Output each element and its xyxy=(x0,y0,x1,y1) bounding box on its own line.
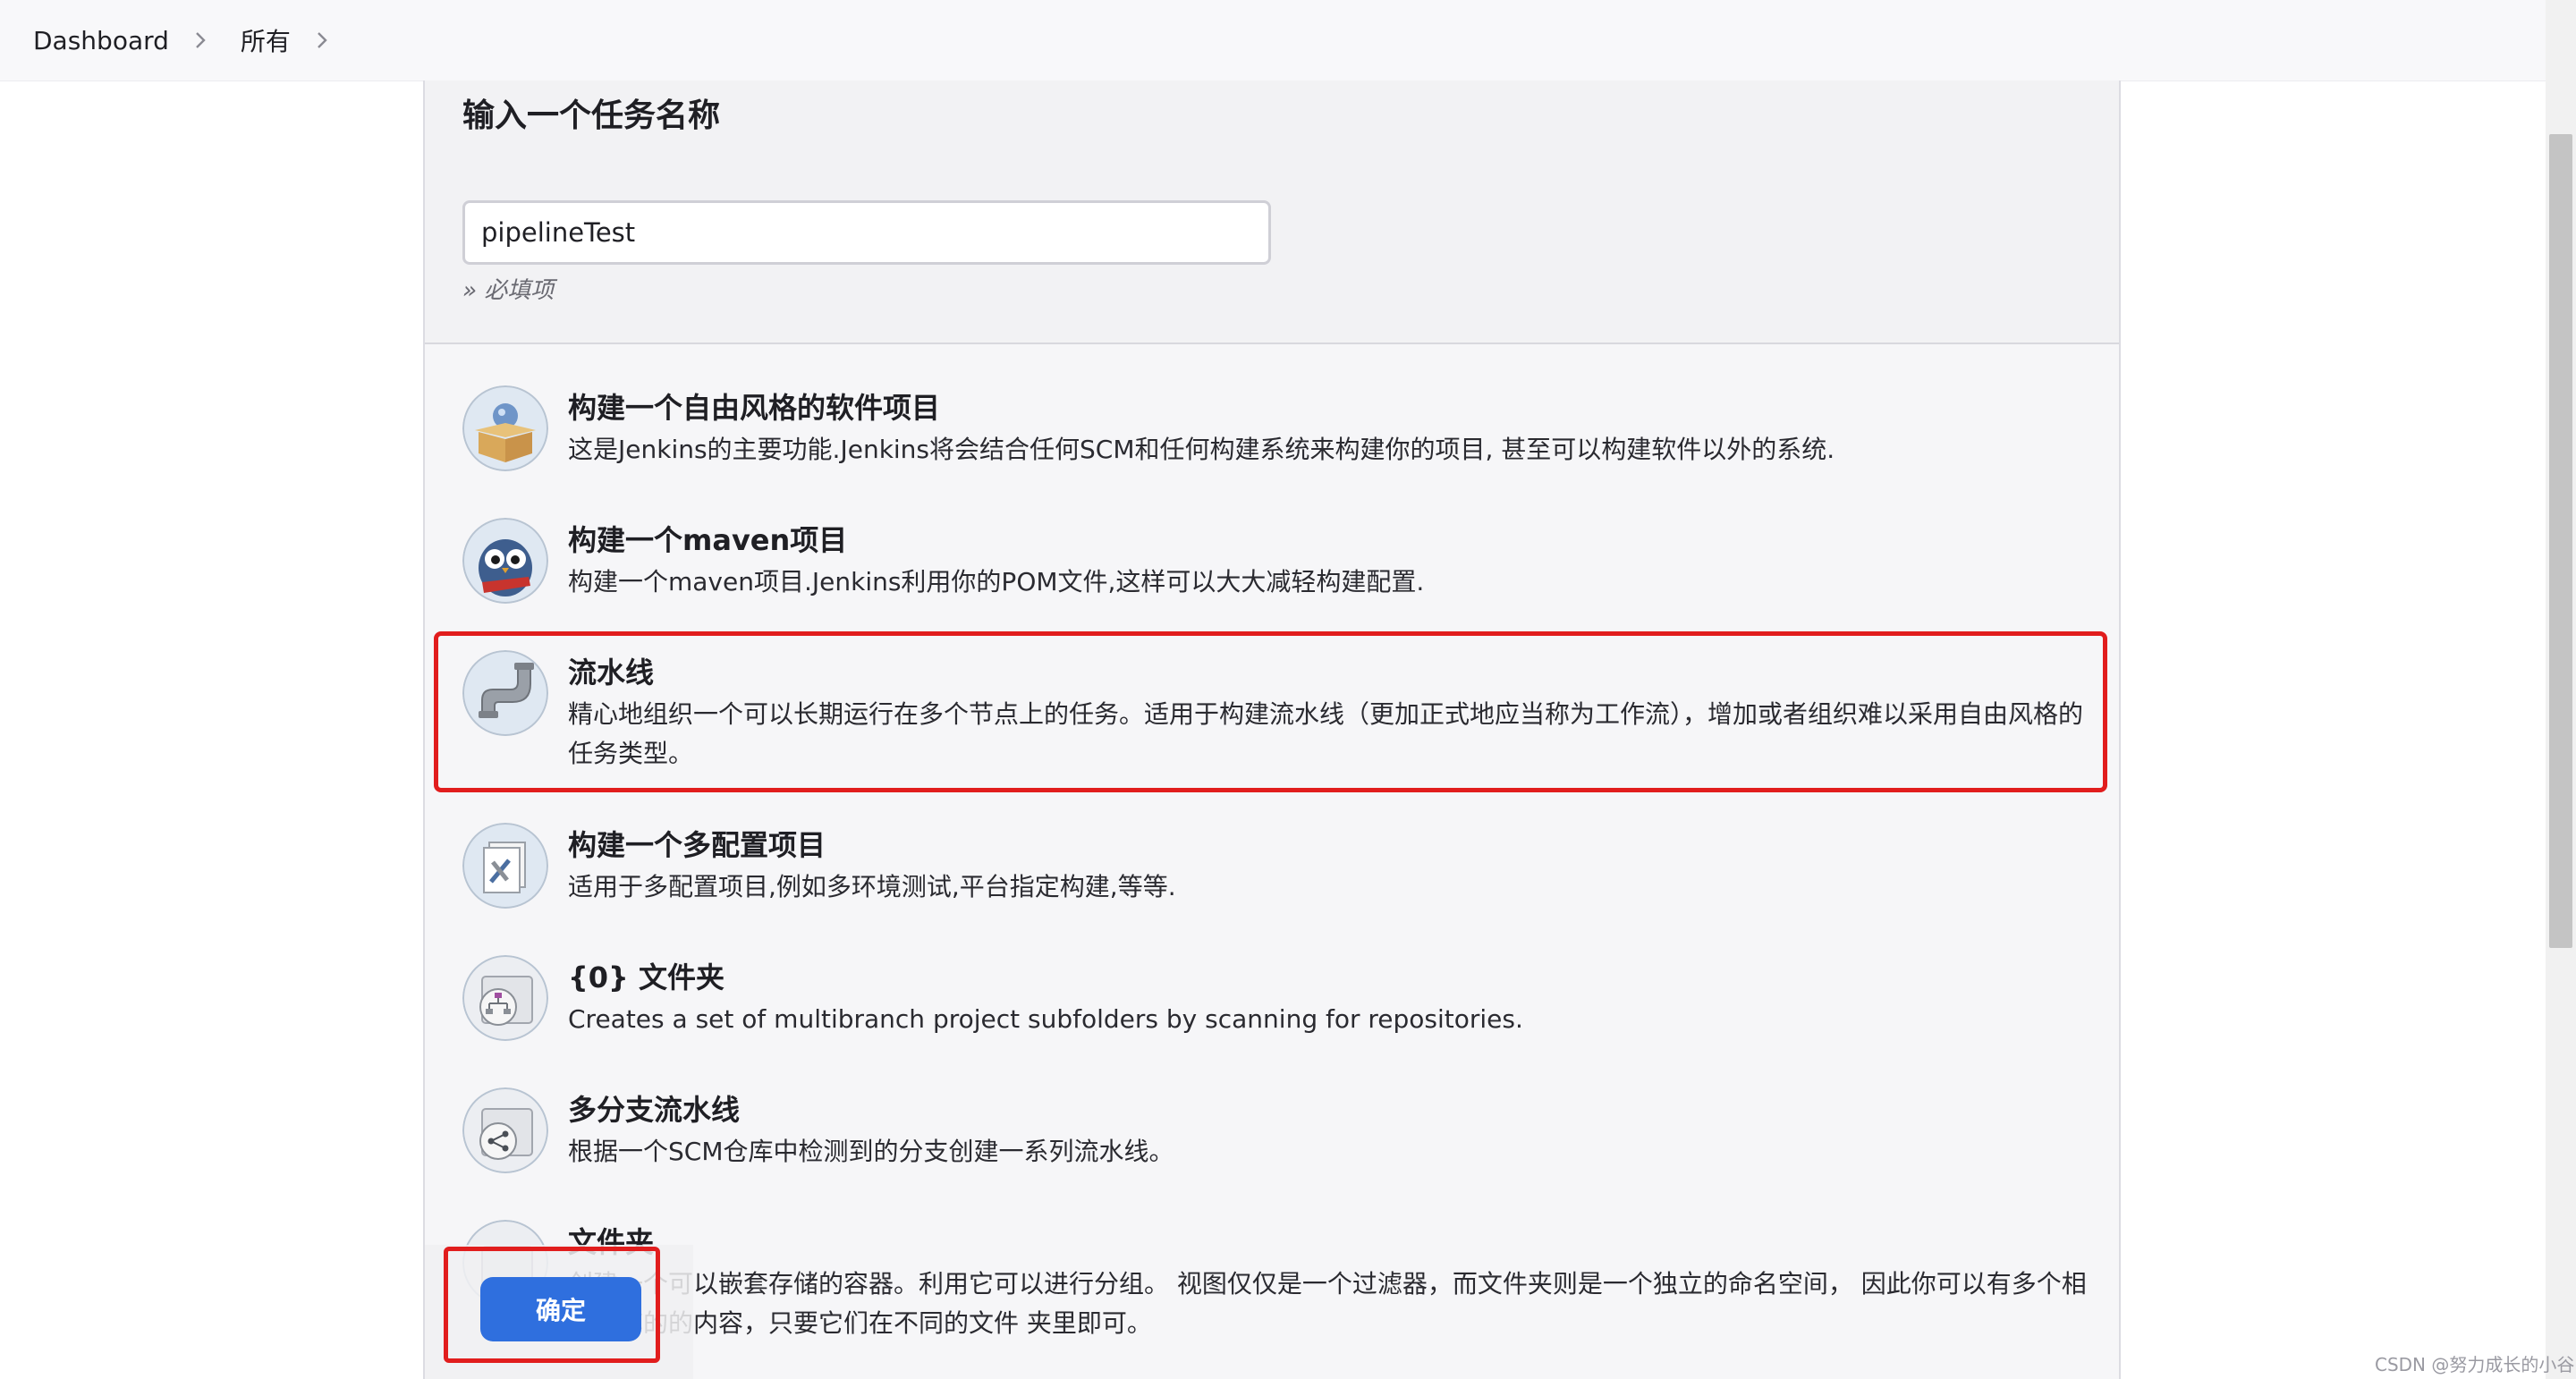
job-type-title: 构建一个多配置项目 xyxy=(568,828,826,862)
chevron-right-icon[interactable] xyxy=(191,30,210,50)
page-title: 输入一个任务名称 xyxy=(462,97,721,134)
job-type-pipeline[interactable]: 流水线 精心地组织一个可以长期运行在多个节点上的任务。适用于构建流水线（更加正式… xyxy=(462,650,2090,784)
ok-button[interactable]: 确定 xyxy=(480,1277,641,1341)
scrollbar-thumb[interactable] xyxy=(2549,134,2572,948)
item-name-section: 输入一个任务名称 » 必填项 xyxy=(425,80,2119,344)
job-type-multi-config[interactable]: 构建一个多配置项目 适用于多配置项目,例如多环境测试,平台指定构建,等等. xyxy=(462,823,2090,930)
job-type-description: 适用于多配置项目,例如多环境测试,平台指定构建,等等. xyxy=(568,872,1176,901)
job-type-title: {0} 文件夹 xyxy=(568,960,724,994)
job-type-org-folder[interactable]: {0} 文件夹 Creates a set of multibranch pro… xyxy=(462,955,2090,1062)
job-type-folder[interactable]: 文件夹 创建一个可以嵌套存储的容器。利用它可以进行分组。 视图仅仅是一个过滤器，… xyxy=(462,1220,2090,1354)
breadcrumb: Dashboard 所有 xyxy=(33,0,362,80)
job-type-description: 这是Jenkins的主要功能.Jenkins将会结合任何SCM和任何构建系统来构… xyxy=(568,435,1835,464)
job-type-title: 构建一个自由风格的软件项目 xyxy=(568,391,941,425)
job-type-description: 创建一个可以嵌套存储的容器。利用它可以进行分组。 视图仅仅是一个过滤器，而文件夹… xyxy=(568,1269,2087,1338)
breadcrumb-dashboard-link[interactable]: Dashboard xyxy=(33,26,169,55)
job-type-description: 精心地组织一个可以长期运行在多个节点上的任务。适用于构建流水线（更加正式地应当称… xyxy=(568,699,2084,768)
job-type-description: 构建一个maven项目.Jenkins利用你的POM文件,这样可以大大减轻构建配… xyxy=(568,567,1425,596)
job-type-freestyle[interactable]: 构建一个自由风格的软件项目 这是Jenkins的主要功能.Jenkins将会结合… xyxy=(462,385,2090,493)
maven-owl-icon xyxy=(462,518,548,604)
freestyle-box-icon xyxy=(462,385,548,471)
pipeline-pipe-icon xyxy=(462,650,548,736)
job-type-title: 构建一个maven项目 xyxy=(568,523,848,557)
required-hint: » 必填项 xyxy=(462,277,555,304)
org-folder-icon xyxy=(462,955,548,1041)
chevron-right-icon[interactable] xyxy=(312,30,332,50)
multibranch-icon xyxy=(462,1087,548,1173)
job-type-description: Creates a set of multibranch project sub… xyxy=(568,1004,1523,1034)
breadcrumb-all-link[interactable]: 所有 xyxy=(241,22,291,58)
new-item-panel: 输入一个任务名称 » 必填项 构建一个自由风格的软件项目 这是Jenkins的主… xyxy=(423,80,2121,1379)
multi-config-icon xyxy=(462,823,548,909)
breadcrumb-bar: Dashboard 所有 xyxy=(0,0,2576,81)
job-type-multibranch[interactable]: 多分支流水线 根据一个SCM仓库中检测到的分支创建一系列流水线。 xyxy=(462,1087,2090,1195)
job-type-description: 根据一个SCM仓库中检测到的分支创建一系列流水线。 xyxy=(568,1137,1174,1166)
job-type-title: 流水线 xyxy=(568,656,655,690)
job-type-maven[interactable]: 构建一个maven项目 构建一个maven项目.Jenkins利用你的POM文件… xyxy=(462,518,2090,625)
item-name-input[interactable] xyxy=(462,200,1271,265)
watermark: CSDN @努力成长的小谷 xyxy=(2375,1354,2575,1375)
job-type-title: 多分支流水线 xyxy=(568,1093,741,1127)
